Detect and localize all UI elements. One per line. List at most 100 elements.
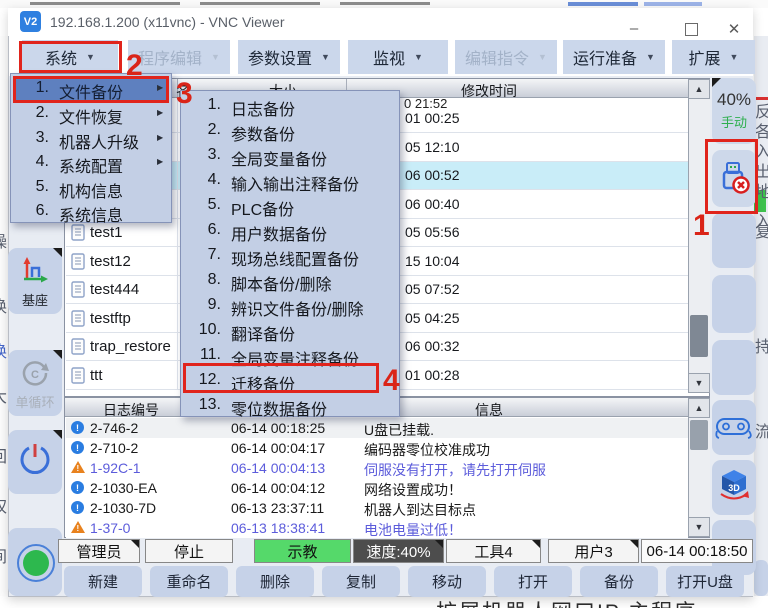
view-3d-button[interactable]: 3D	[712, 460, 756, 515]
minimize-icon[interactable]: –	[624, 20, 644, 37]
background-fragment: 反	[755, 105, 768, 121]
file-modified-time: 05 07:52	[405, 281, 460, 297]
backup-submenu-item-5[interactable]: 5.PLC备份	[183, 193, 397, 218]
file-name: testftp	[90, 310, 131, 327]
menu-item-number: 9.	[191, 296, 221, 314]
open-button[interactable]: 打开	[494, 566, 572, 597]
log-row[interactable]: !1-92C-106-14 00:04:13伺服没有打开，请先打开伺服	[66, 458, 688, 478]
log-scrollbar-thumb[interactable]	[690, 420, 708, 450]
scroll-up-icon[interactable]: ▲	[688, 79, 710, 99]
file-icon	[71, 367, 85, 389]
file-scrollbar-thumb[interactable]	[690, 315, 708, 357]
log-row[interactable]: !2-746-206-14 00:18:25U盘已挂载.	[66, 418, 688, 438]
menu-item-label: 文件恢复	[59, 104, 123, 128]
menu-item-edit-command[interactable]: 编辑指令▼	[455, 40, 557, 74]
scroll-down-icon[interactable]: ▼	[688, 373, 710, 393]
menu-item-run-prep[interactable]: 运行准备▼	[563, 40, 665, 74]
new-button[interactable]: 新建	[64, 566, 142, 597]
chevron-down-icon: ▼	[321, 52, 330, 62]
menu-item-number: 4.	[191, 171, 221, 189]
column-header-modified[interactable]: 修改时间	[461, 81, 517, 101]
panel-button-blank[interactable]	[712, 213, 756, 268]
menu-item-number: 13.	[191, 396, 221, 414]
menu-item-extend[interactable]: 扩展▼	[672, 40, 755, 74]
system-menu-item-5[interactable]: 5.机构信息	[13, 176, 169, 200]
log-row[interactable]: !1-37-006-13 18:38:41电池电量过低！	[66, 518, 688, 538]
rename-button[interactable]: 重命名	[150, 566, 228, 597]
power-icon	[18, 444, 52, 480]
backup-submenu-item-10[interactable]: 10.翻译备份	[183, 318, 397, 343]
file-modified-time: 06 00:40	[405, 196, 460, 212]
status-tool[interactable]: 工具4	[446, 539, 541, 563]
record-run-button[interactable]	[8, 528, 62, 596]
background-fragment: 间	[0, 550, 7, 566]
svg-text:3D: 3D	[728, 483, 740, 493]
record-button-icon	[17, 544, 55, 582]
warning-icon: !	[71, 521, 85, 533]
system-menu-item-2[interactable]: 2.文件恢复▶	[13, 102, 169, 126]
submenu-arrow-icon: ▶	[157, 108, 163, 117]
base-frame-button[interactable]: 基座	[8, 248, 62, 314]
zoom-level: 40%	[712, 90, 756, 110]
backup-button[interactable]: 备份	[580, 566, 658, 597]
log-row[interactable]: !2-1030-EA06-14 00:04:12网络设置成功！	[66, 478, 688, 498]
menu-item-label: 现场总线配置备份	[231, 246, 359, 270]
log-message: U盘已挂载.	[364, 420, 434, 440]
menu-item-label: 监视	[373, 45, 405, 69]
move-button[interactable]: 移动	[408, 566, 486, 597]
menu-item-monitor[interactable]: 监视 ▼	[348, 40, 448, 74]
status-speed[interactable]: 速度:40%	[353, 539, 444, 563]
backup-submenu-item-2[interactable]: 2.参数备份	[183, 118, 397, 143]
menu-item-label: 系统信息	[59, 202, 123, 226]
copy-button[interactable]: 复制	[322, 566, 400, 597]
scroll-up-icon[interactable]: ▲	[688, 398, 710, 418]
chevron-down-icon: ▼	[414, 52, 423, 62]
backup-submenu-item-1[interactable]: 1.日志备份	[183, 93, 397, 118]
svg-text:C: C	[31, 369, 39, 381]
scroll-down-icon[interactable]: ▼	[688, 517, 710, 537]
system-menu-item-6[interactable]: 6.系统信息	[13, 200, 169, 224]
status-user-frame[interactable]: 用户3	[548, 539, 639, 563]
status-clock[interactable]: 06-14 00:18:50	[641, 539, 753, 563]
delete-button[interactable]: 删除	[236, 566, 314, 597]
background-right-strip: 反各入出地入复持流	[754, 36, 768, 596]
log-message: 编码器零位校准成功	[364, 440, 490, 460]
backup-submenu-item-8[interactable]: 8.脚本备份/删除	[183, 268, 397, 293]
power-button[interactable]	[8, 430, 62, 494]
menu-item-number: 5.	[191, 196, 221, 214]
backup-submenu-item-6[interactable]: 6. 用户数据备份	[183, 218, 397, 243]
backup-submenu-item-4[interactable]: 4.输入输出注释备份	[183, 168, 397, 193]
backup-submenu-item-3[interactable]: 3.全局变量备份	[183, 143, 397, 168]
annotation-box-system-menu	[19, 41, 122, 73]
info-icon: !	[71, 481, 84, 494]
panel-button-blank[interactable]	[712, 275, 756, 333]
jog-control-button[interactable]	[712, 400, 756, 455]
single-cycle-button[interactable]: C 单循环	[8, 350, 62, 416]
menu-item-number: 6.	[191, 221, 221, 239]
log-time: 06-14 00:04:13	[231, 460, 325, 476]
backup-submenu-item-13[interactable]: 13.零位数据备份	[183, 393, 397, 418]
panel-button-blank[interactable]	[712, 340, 756, 395]
mode-label: 手动	[712, 112, 756, 131]
open-usb-button[interactable]: 打开U盘	[666, 566, 744, 597]
log-id: 2-710-2	[90, 440, 138, 456]
backup-submenu-item-9[interactable]: 9.辨识文件备份/删除	[183, 293, 397, 318]
system-menu-item-3[interactable]: 3.机器人升级▶	[13, 127, 169, 151]
menu-item-label: 机器人升级	[59, 129, 139, 153]
background-fragment: 流	[755, 425, 768, 441]
status-teach-mode[interactable]: 示教	[254, 539, 351, 563]
menu-item-program-edit[interactable]: 程序编辑▼	[128, 40, 230, 74]
log-header-id[interactable]: 日志编号	[103, 400, 159, 420]
menu-item-label: 用户数据备份	[231, 221, 327, 245]
menu-item-param-settings[interactable]: 参数设置▼	[238, 40, 340, 74]
file-modified-time: 05 12:10	[405, 139, 460, 155]
status-user-level[interactable]: 管理员	[58, 539, 140, 563]
log-row[interactable]: !2-1030-7D06-13 23:37:11机器人到达目标点	[66, 498, 688, 518]
menu-item-label: 机构信息	[59, 178, 123, 202]
maximize-icon[interactable]	[685, 23, 698, 36]
log-header-info[interactable]: 信息	[475, 400, 503, 420]
system-menu-item-4[interactable]: 4.系统配置▶	[13, 151, 169, 175]
backup-submenu-item-7[interactable]: 7.现场总线配置备份	[183, 243, 397, 268]
status-run-state[interactable]: 停止	[145, 539, 233, 563]
log-row[interactable]: !2-710-206-14 00:04:17编码器零位校准成功	[66, 438, 688, 458]
